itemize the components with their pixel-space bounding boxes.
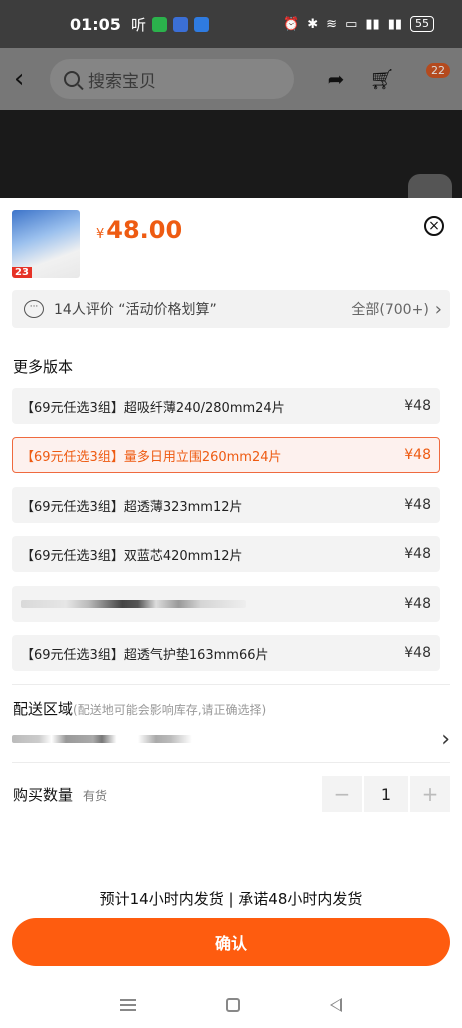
quantity-label-group: 购买数量 有货 xyxy=(13,784,107,805)
product-thumbnail[interactable]: 23 xyxy=(12,210,80,278)
message-icon[interactable]: 22 xyxy=(408,59,450,99)
delivery-address-row[interactable]: › xyxy=(12,726,450,752)
divider xyxy=(12,684,450,685)
variant-price: ¥48 xyxy=(404,447,431,463)
quantity-label: 购买数量 xyxy=(13,786,74,804)
variant-label: 【69元任选3组】量多日用立围260mm24片 xyxy=(21,449,282,465)
status-app-icons: 听 xyxy=(131,14,209,35)
delivery-label: 配送区域 xyxy=(13,700,74,718)
side-avatar[interactable] xyxy=(408,174,452,198)
top-header: ‹ 搜索宝贝 ➦ 🛒︎ 22 xyxy=(0,48,462,110)
product-price: ¥ 48.00 xyxy=(96,216,182,244)
decrement-button[interactable]: − xyxy=(322,776,362,812)
variant-label: 【69元任选3组】超吸纤薄240/280mm24片 xyxy=(21,400,285,416)
search-icon xyxy=(64,71,80,87)
alarm-icon: ⏰ xyxy=(283,16,300,32)
obscured-address xyxy=(12,735,192,743)
hd-icon: ▭ xyxy=(345,16,358,32)
variant-price: ¥48 xyxy=(404,398,431,414)
battery-icon: 55 xyxy=(410,16,434,32)
search-input[interactable]: 搜索宝贝 xyxy=(50,59,294,99)
sku-selector-sheet: 23 ¥ 48.00 × ··· 14人评价 “活动价格划算” 全部(700+)… xyxy=(0,198,462,982)
bluetooth-icon: ✱ xyxy=(307,16,319,32)
wechat-app-icon xyxy=(151,16,167,32)
search-placeholder: 搜索宝贝 xyxy=(88,71,156,92)
share-icon[interactable]: ➦ xyxy=(316,59,356,99)
close-icon[interactable]: × xyxy=(424,216,444,236)
back-icon[interactable]: ‹ xyxy=(14,64,50,94)
obscured-variant-label xyxy=(21,600,246,608)
status-bar: 01:05 听 ⏰ ✱ ≋ ▭ ▮▮ ▮▮ 55 xyxy=(0,0,462,48)
variant-price: ¥48 xyxy=(404,497,431,513)
status-system-icons: ⏰ ✱ ≋ ▭ ▮▮ ▮▮ 55 xyxy=(283,16,434,32)
price-amount: 48.00 xyxy=(106,216,183,244)
variant-option[interactable]: 【69元任选3组】超透薄323mm12片 ¥48 xyxy=(12,487,440,523)
chevron-right-icon: › xyxy=(434,298,442,320)
home-icon[interactable] xyxy=(226,998,240,1012)
variant-price: ¥48 xyxy=(404,645,431,661)
variant-label: 【69元任选3组】双蓝芯420mm12片 xyxy=(21,548,243,564)
variant-option-selected[interactable]: 【69元任选3组】量多日用立围260mm24片 ¥48 xyxy=(12,437,440,473)
wifi-icon: ≋ xyxy=(326,16,338,32)
quantity-stepper: − 1 + xyxy=(322,776,450,812)
variant-price: ¥48 xyxy=(404,546,431,562)
menu-icon[interactable] xyxy=(120,999,136,1011)
increment-button[interactable]: + xyxy=(410,776,450,812)
delivery-title: 配送区域(配送地可能会影响库存,请正确选择) xyxy=(13,698,266,719)
message-badge: 22 xyxy=(426,63,450,78)
shipping-note: 预计14小时内发货 | 承诺48小时内发货 xyxy=(99,890,363,908)
thumb-badge: 23 xyxy=(12,267,32,278)
variant-option[interactable]: ¥48 xyxy=(12,586,440,622)
quantity-value[interactable]: 1 xyxy=(364,776,408,812)
news-app-icon xyxy=(172,16,188,32)
variant-price: ¥48 xyxy=(404,596,431,612)
chevron-right-icon: › xyxy=(441,726,450,752)
stock-status: 有货 xyxy=(83,789,108,803)
review-text: 14人评价 “活动价格划算” xyxy=(54,302,217,318)
status-time: 01:05 xyxy=(70,14,121,34)
variant-option[interactable]: 【69元任选3组】超透气护垫163mm66片 ¥48 xyxy=(12,635,440,671)
variant-option[interactable]: 【69元任选3组】双蓝芯420mm12片 ¥48 xyxy=(12,536,440,572)
ting-app-icon: 听 xyxy=(130,15,146,34)
review-summary[interactable]: ··· 14人评价 “活动价格划算” 全部(700+) › xyxy=(12,290,450,328)
confirm-button[interactable]: 确认 xyxy=(12,918,450,966)
system-nav-bar xyxy=(0,982,462,1028)
delivery-hint: (配送地可能会影响库存,请正确选择) xyxy=(73,703,267,717)
comment-icon: ··· xyxy=(24,300,44,318)
variants-title: 更多版本 xyxy=(13,358,74,376)
browser-app-icon xyxy=(193,16,209,32)
product-image-area xyxy=(0,110,462,198)
back-nav-icon[interactable] xyxy=(330,998,342,1012)
variant-label: 【69元任选3组】超透薄323mm12片 xyxy=(21,499,243,515)
signal-2-icon: ▮▮ xyxy=(387,16,402,32)
variant-option[interactable]: 【69元任选3组】超吸纤薄240/280mm24片 ¥48 xyxy=(12,388,440,424)
review-all-link[interactable]: 全部(700+) xyxy=(351,299,428,319)
divider xyxy=(12,762,450,763)
variant-label: 【69元任选3组】超透气护垫163mm66片 xyxy=(21,647,269,663)
cart-icon[interactable]: 🛒︎ xyxy=(362,59,402,99)
signal-icon: ▮▮ xyxy=(365,16,380,32)
price-currency: ¥ xyxy=(96,227,105,242)
